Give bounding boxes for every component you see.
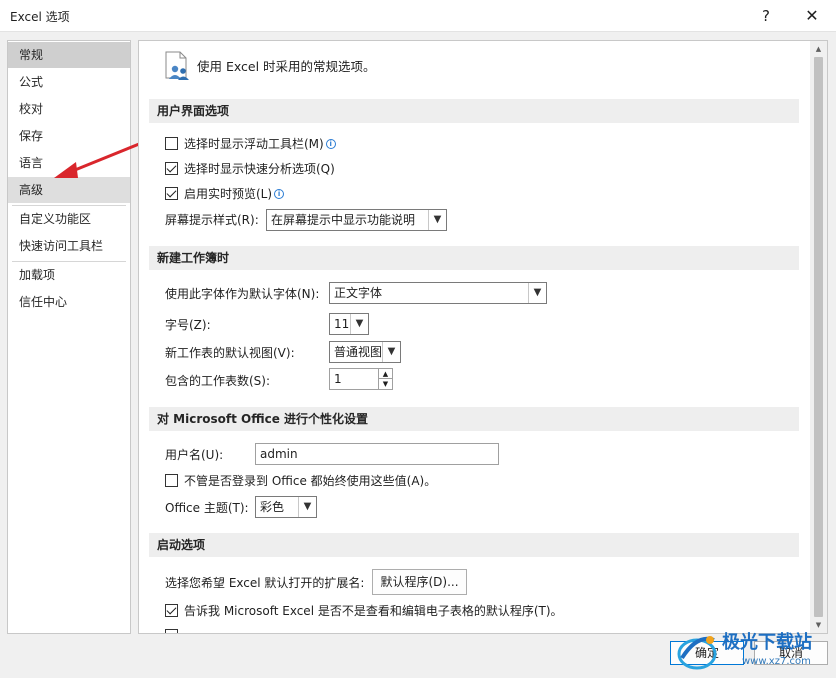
mini-toolbar-label: 选择时显示浮动工具栏(M) — [184, 137, 324, 151]
chevron-down-icon[interactable]: ▼ — [428, 210, 446, 230]
font-size-label: 字号(Z): — [165, 318, 211, 332]
title-bar: Excel 选项 ? ✕ — [0, 0, 836, 32]
office-theme-select[interactable]: 彩色 ▼ — [255, 496, 317, 518]
chevron-down-icon[interactable]: ▼ — [528, 283, 546, 303]
default-view-select[interactable]: 普通视图 ▼ — [329, 341, 401, 363]
live-preview-label: 启用实时预览(L) — [184, 187, 273, 201]
font-size-select[interactable]: 11 ▼ — [329, 313, 369, 335]
mini-toolbar-checkbox[interactable] — [165, 137, 178, 150]
office-theme-value: 彩色 — [260, 500, 285, 514]
hidden-option-checkbox[interactable] — [165, 629, 178, 633]
quick-analysis-checkbox[interactable] — [165, 162, 178, 175]
default-font-value: 正文字体 — [334, 286, 383, 300]
sheet-count-stepper[interactable]: 1 ▲ ▼ — [329, 368, 393, 390]
chevron-down-icon[interactable]: ▼ — [382, 342, 400, 362]
help-button[interactable]: ? — [744, 0, 788, 32]
tell-me-checkbox[interactable] — [165, 604, 178, 617]
sheet-count-value: 1 — [334, 372, 342, 386]
section-ui-options: 用户界面选项 — [149, 99, 799, 123]
info-icon: i — [274, 189, 285, 199]
office-theme-label: Office 主题(T): — [165, 501, 249, 515]
watermark-title: 极光下载站 — [722, 632, 812, 653]
page-heading: 使用 Excel 时采用的常规选项。 — [197, 59, 376, 74]
default-view-value: 普通视图 — [334, 345, 383, 359]
nav-item-quick-access-toolbar[interactable]: 快速访问工具栏 — [8, 233, 130, 259]
screentip-style-value: 在屏幕提示中显示功能说明 — [271, 213, 416, 227]
partially-hidden-option — [165, 627, 184, 633]
default-view-label: 新工作表的默认视图(V): — [165, 346, 295, 360]
watermark: 极光下载站 www.xz7.com — [672, 626, 832, 676]
nav-item-formulas[interactable]: 公式 — [8, 69, 130, 95]
section-startup: 启动选项 — [149, 533, 799, 557]
nav-item-customize-ribbon[interactable]: 自定义功能区 — [8, 206, 130, 232]
default-programs-button[interactable]: 默认程序(D)... — [372, 569, 467, 595]
sheet-count-label: 包含的工作表数(S): — [165, 374, 271, 388]
nav-item-general[interactable]: 常规 — [8, 42, 130, 68]
tell-me-option[interactable]: 告诉我 Microsoft Excel 是否不是查看和编辑电子表格的默认程序(T… — [165, 602, 563, 620]
default-font-label: 使用此字体作为默认字体(N): — [165, 287, 320, 301]
live-preview-checkbox[interactable] — [165, 187, 178, 200]
username-input[interactable]: admin — [255, 443, 499, 465]
content-scrollbar[interactable]: ▲ ▼ — [810, 41, 827, 633]
live-preview-option[interactable]: 启用实时预览(L) i — [165, 185, 285, 203]
close-button[interactable]: ✕ — [790, 0, 834, 32]
spin-down-icon[interactable]: ▼ — [378, 379, 392, 389]
extension-label: 选择您希望 Excel 默认打开的扩展名: — [165, 576, 365, 590]
info-icon: i — [325, 139, 336, 149]
nav-item-trust-center[interactable]: 信任中心 — [8, 289, 130, 315]
watermark-url: www.xz7.com — [742, 656, 811, 667]
tell-me-label: 告诉我 Microsoft Excel 是否不是查看和编辑电子表格的默认程序(T… — [184, 604, 563, 618]
scroll-thumb[interactable] — [814, 57, 823, 617]
window-title: Excel 选项 — [10, 10, 70, 24]
options-nav: 常规 公式 校对 保存 语言 高级 自定义功能区 快速访问工具栏 加载项 信任中… — [7, 40, 131, 634]
scroll-up-icon[interactable]: ▲ — [810, 41, 827, 57]
quick-analysis-label: 选择时显示快速分析选项(Q) — [184, 162, 335, 176]
nav-item-add-ins[interactable]: 加载项 — [8, 262, 130, 288]
watermark-logo-icon — [677, 636, 717, 670]
general-options-icon — [165, 51, 189, 80]
always-use-label: 不管是否登录到 Office 都始终使用这些值(A)。 — [184, 474, 437, 488]
mini-toolbar-option[interactable]: 选择时显示浮动工具栏(M) i — [165, 135, 336, 153]
screentip-style-label: 屏幕提示样式(R): — [165, 213, 259, 227]
options-content: 使用 Excel 时采用的常规选项。 用户界面选项 选择时显示浮动工具栏(M) i… — [138, 40, 828, 634]
spin-up-icon[interactable]: ▲ — [378, 369, 392, 379]
always-use-option[interactable]: 不管是否登录到 Office 都始终使用这些值(A)。 — [165, 472, 436, 490]
chevron-down-icon[interactable]: ▼ — [298, 497, 316, 517]
section-new-workbook: 新建工作簿时 — [149, 246, 799, 270]
screentip-style-select[interactable]: 在屏幕提示中显示功能说明 ▼ — [266, 209, 447, 231]
always-use-checkbox[interactable] — [165, 474, 178, 487]
default-font-select[interactable]: 正文字体 ▼ — [329, 282, 547, 304]
quick-analysis-option[interactable]: 选择时显示快速分析选项(Q) — [165, 160, 335, 178]
username-label: 用户名(U): — [165, 448, 224, 462]
nav-item-proofing[interactable]: 校对 — [8, 96, 130, 122]
chevron-down-icon[interactable]: ▼ — [350, 314, 368, 334]
section-personalize: 对 Microsoft Office 进行个性化设置 — [149, 407, 799, 431]
font-size-value: 11 — [334, 317, 350, 331]
